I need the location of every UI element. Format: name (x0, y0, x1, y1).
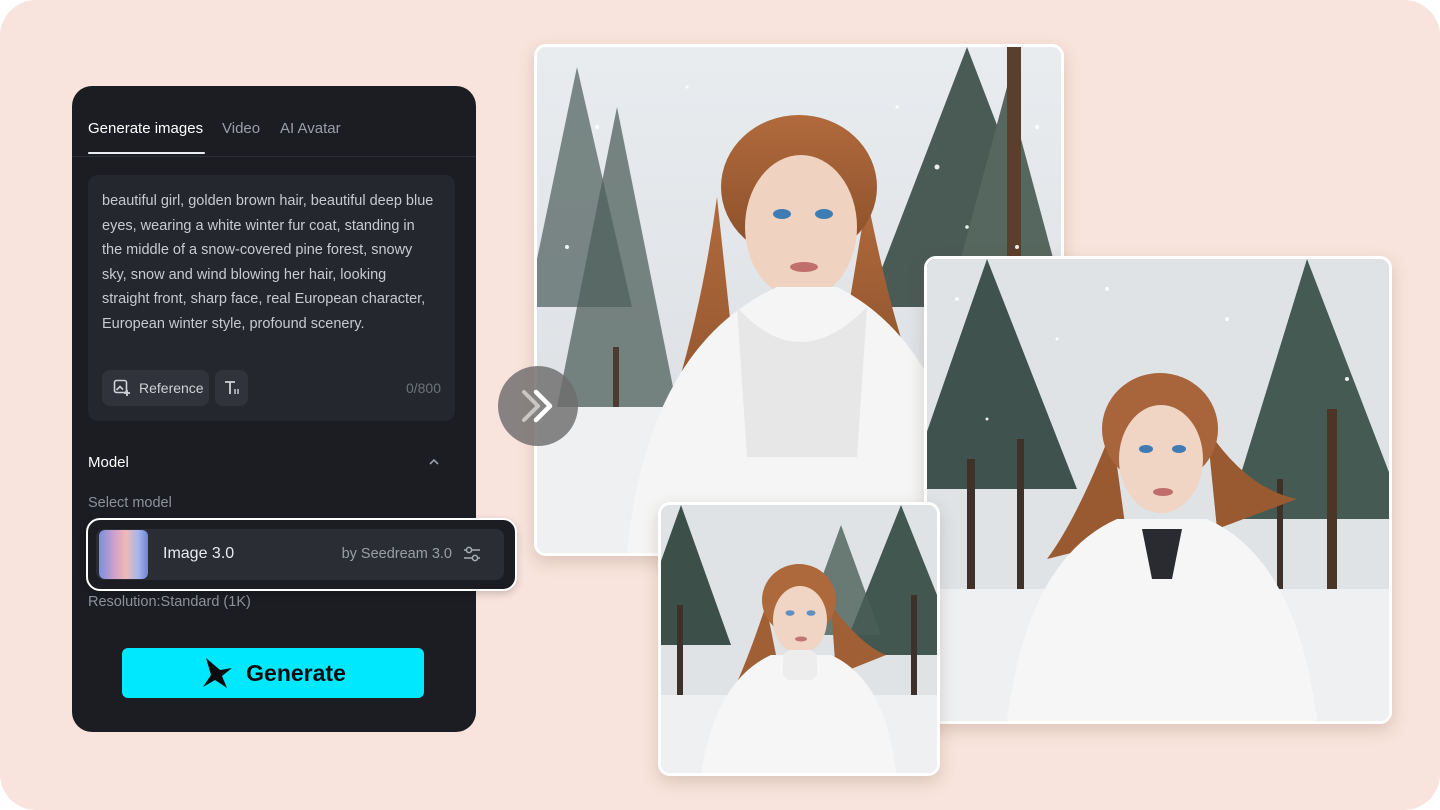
generate-label: Generate (246, 659, 346, 686)
generated-image-2[interactable] (924, 256, 1392, 724)
reference-image-icon (113, 379, 130, 396)
active-tab-indicator (88, 152, 205, 154)
text-style-icon (224, 381, 239, 394)
tab-generate-images[interactable]: Generate images (88, 120, 203, 137)
text-style-button[interactable] (215, 370, 248, 406)
model-name: Image 3.0 (163, 545, 235, 562)
select-model-label: Select model (88, 495, 172, 511)
model-option[interactable]: Image 3.0 by Seedream 3.0 (96, 529, 504, 580)
prompt-textarea[interactable]: beautiful girl, golden brown hair, beaut… (102, 189, 437, 336)
model-selector-card[interactable]: Image 3.0 by Seedream 3.0 (86, 518, 517, 591)
chevron-up-icon[interactable] (427, 455, 441, 469)
generate-button[interactable]: Generate (122, 648, 424, 698)
tab-ai-avatar[interactable]: AI Avatar (280, 120, 341, 137)
tab-video[interactable]: Video (222, 120, 260, 137)
character-counter: 0/800 (405, 380, 441, 396)
resolution-label: Resolution:Standard (1K) (88, 594, 251, 610)
model-thumbnail (99, 530, 148, 579)
reference-label: Reference (139, 380, 204, 396)
generate-logo-icon (203, 658, 233, 688)
generation-panel: Generate images Video AI Avatar beautifu… (72, 86, 476, 732)
model-section-title: Model (88, 454, 129, 471)
model-provider: by Seedream 3.0 (341, 546, 452, 562)
double-chevron-right-icon (522, 389, 553, 423)
generated-image-3[interactable] (658, 502, 940, 776)
transform-arrow (498, 366, 578, 446)
reference-button[interactable]: Reference (102, 370, 209, 406)
background-canvas: Generate images Video AI Avatar beautifu… (0, 0, 1440, 810)
prompt-box[interactable]: beautiful girl, golden brown hair, beaut… (88, 175, 455, 421)
settings-sliders-icon[interactable] (462, 544, 482, 564)
tab-bar: Generate images Video AI Avatar (72, 86, 476, 157)
